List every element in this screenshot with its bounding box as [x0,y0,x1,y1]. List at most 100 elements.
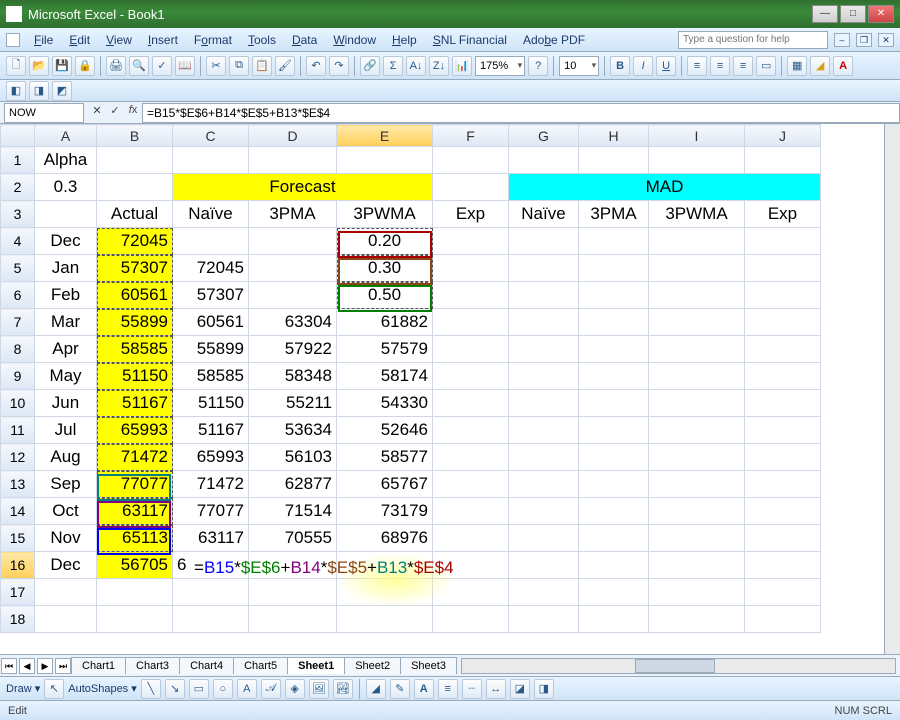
bold-button[interactable]: B [610,56,630,76]
cell-J12[interactable] [745,444,821,471]
cell-H13[interactable] [579,471,649,498]
cell-G17[interactable] [509,579,579,606]
cell-F3[interactable]: Exp [433,201,509,228]
cell-C10[interactable]: 51150 [173,390,249,417]
cell-G3[interactable]: Naïve [509,201,579,228]
row-header-9[interactable]: 9 [1,363,35,390]
cell-J18[interactable] [745,606,821,633]
cell-C4[interactable] [173,228,249,255]
cell-F16[interactable] [433,552,509,579]
preview-button[interactable]: 🔍 [129,56,149,76]
autoshapes-menu[interactable]: AutoShapes ▾ [68,682,137,695]
row-header-5[interactable]: 5 [1,255,35,282]
cell-I11[interactable] [649,417,745,444]
cell-J3[interactable]: Exp [745,201,821,228]
dash-style-button[interactable]: ┈ [462,679,482,699]
cut-button[interactable]: ✂ [206,56,226,76]
grid[interactable]: ABCDEFGHIJ 1Alpha20.3ForecastMAD3ActualN… [0,124,821,633]
cell-E10[interactable]: 54330 [337,390,433,417]
cell-A2[interactable]: 0.3 [35,174,97,201]
tab-first[interactable]: ⏮ [1,658,17,674]
line-style-button[interactable]: ≡ [438,679,458,699]
col-header-D[interactable]: D [249,125,337,147]
cell-F4[interactable] [433,228,509,255]
cell-E11[interactable]: 52646 [337,417,433,444]
oval-button[interactable]: ○ [213,679,233,699]
cell-H3[interactable]: 3PMA [579,201,649,228]
cell-F1[interactable] [433,147,509,174]
sort-asc-button[interactable]: A↓ [406,56,426,76]
textbox-button[interactable]: A [237,679,257,699]
cell-A4[interactable]: Dec [35,228,97,255]
cell-I4[interactable] [649,228,745,255]
clipart-button[interactable]: 🖼 [309,679,329,699]
cell-J17[interactable] [745,579,821,606]
fill-color-button[interactable]: ◢ [810,56,830,76]
cell-I6[interactable] [649,282,745,309]
cell-H1[interactable] [579,147,649,174]
cell-H16[interactable] [579,552,649,579]
cell-I5[interactable] [649,255,745,282]
cell-F9[interactable] [433,363,509,390]
select-objects-button[interactable]: ↖ [44,679,64,699]
col-header-H[interactable]: H [579,125,649,147]
cell-B6[interactable]: 60561 [97,282,173,309]
cell-E9[interactable]: 58174 [337,363,433,390]
cell-G2[interactable]: MAD [509,174,821,201]
cell-H8[interactable] [579,336,649,363]
cell-A6[interactable]: Feb [35,282,97,309]
sort-desc-button[interactable]: Z↓ [429,56,449,76]
row-header-18[interactable]: 18 [1,606,35,633]
sheet-tab-sheet3[interactable]: Sheet3 [400,657,457,674]
menu-window[interactable]: Window [325,31,384,49]
col-header-E[interactable]: E [337,125,433,147]
fill-color-draw[interactable]: ◢ [366,679,386,699]
arrow-button[interactable]: ↘ [165,679,185,699]
cell-H9[interactable] [579,363,649,390]
cell-E16[interactable] [337,552,433,579]
cell-C2[interactable]: Forecast [173,174,433,201]
print-button[interactable]: 🖨 [106,56,126,76]
cell-H10[interactable] [579,390,649,417]
minimize-button[interactable]: — [812,5,838,23]
cell-C14[interactable]: 77077 [173,498,249,525]
menu-edit[interactable]: Edit [61,31,98,49]
cell-B1[interactable] [97,147,173,174]
cell-C16[interactable]: 6 [173,552,249,579]
cell-E4[interactable]: 0.20 [337,228,433,255]
font-color-draw[interactable]: A [414,679,434,699]
cell-E1[interactable] [337,147,433,174]
cell-B4[interactable]: 72045 [97,228,173,255]
cell-E15[interactable]: 68976 [337,525,433,552]
undo-button[interactable]: ↶ [306,56,326,76]
row-header-13[interactable]: 13 [1,471,35,498]
cell-C5[interactable]: 72045 [173,255,249,282]
align-center-button[interactable]: ≡ [710,56,730,76]
cell-G1[interactable] [509,147,579,174]
cell-H5[interactable] [579,255,649,282]
cell-A18[interactable] [35,606,97,633]
underline-button[interactable]: U [656,56,676,76]
row-header-4[interactable]: 4 [1,228,35,255]
cell-F14[interactable] [433,498,509,525]
sheet-tab-chart5[interactable]: Chart5 [233,657,288,674]
cell-I10[interactable] [649,390,745,417]
cell-E8[interactable]: 57579 [337,336,433,363]
select-all-corner[interactable] [1,125,35,147]
cell-C8[interactable]: 55899 [173,336,249,363]
new-button[interactable]: 🗋 [6,56,26,76]
cell-D6[interactable] [249,282,337,309]
cell-A14[interactable]: Oct [35,498,97,525]
line-color-draw[interactable]: ✎ [390,679,410,699]
cell-G9[interactable] [509,363,579,390]
cell-I1[interactable] [649,147,745,174]
wordart-button[interactable]: 𝒜 [261,679,281,699]
cell-I14[interactable] [649,498,745,525]
cell-G7[interactable] [509,309,579,336]
cell-C9[interactable]: 58585 [173,363,249,390]
menu-help[interactable]: Help [384,31,425,49]
cell-B8[interactable]: 58585 [97,336,173,363]
cell-A11[interactable]: Jul [35,417,97,444]
cell-G13[interactable] [509,471,579,498]
workbook-icon[interactable] [6,33,20,47]
